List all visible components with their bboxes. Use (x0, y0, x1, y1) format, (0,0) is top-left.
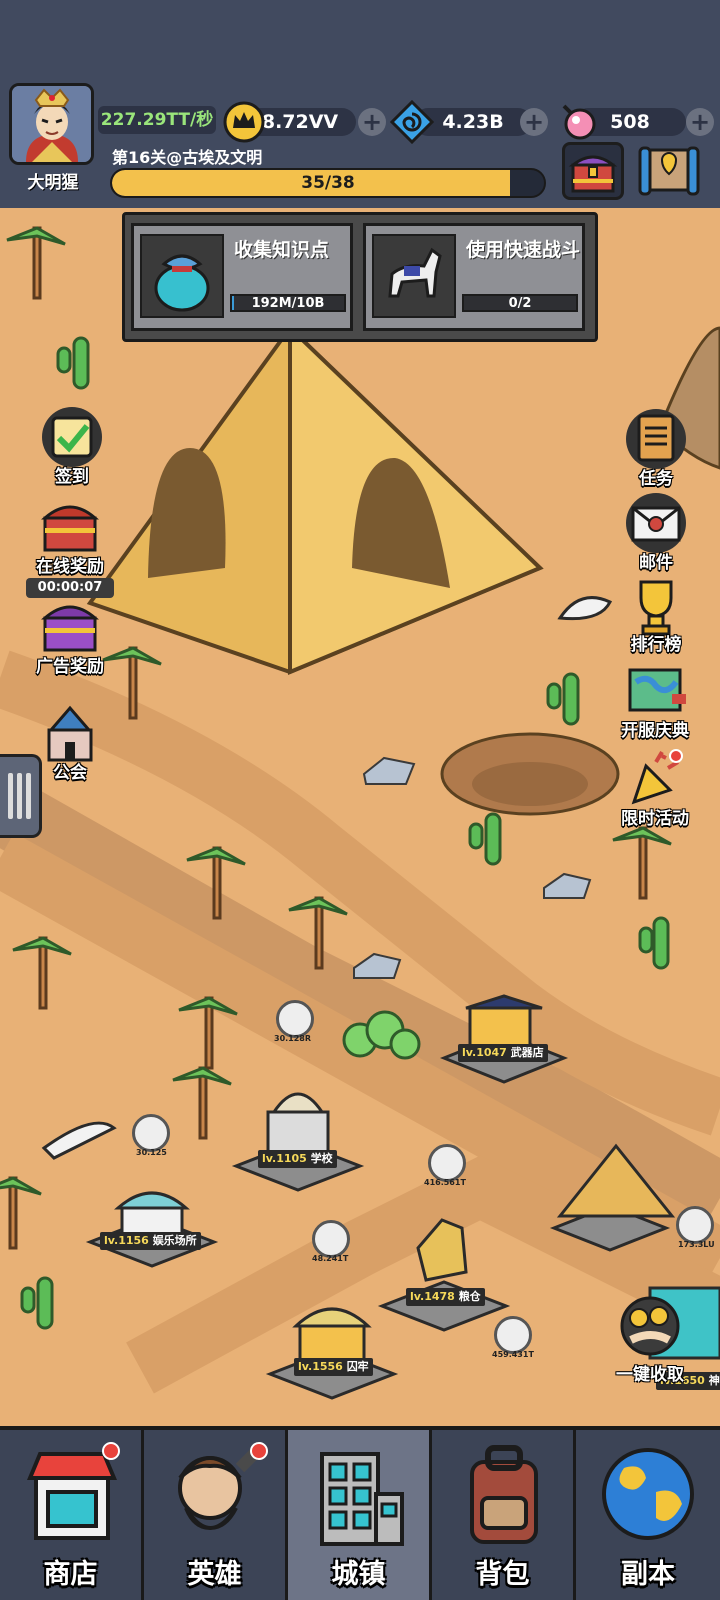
coin-value-prison: 48.241T (312, 1254, 349, 1263)
add-gem-button[interactable]: + (520, 108, 548, 136)
coin-value-temple: 173.3LU (678, 1240, 715, 1249)
spiral-gem-icon (389, 99, 435, 145)
nav-tab-dungeon[interactable]: 副本 (576, 1430, 720, 1600)
player-name: 大明猩 (27, 173, 79, 193)
player-avatar[interactable] (9, 83, 94, 165)
collect-all-button[interactable]: 一键收取 (604, 1296, 696, 1385)
coin-value-entertainment: 30.125 (136, 1148, 167, 1157)
add-gold-button[interactable]: + (358, 108, 386, 136)
server-celebration-button[interactable]: 开服庆典 (608, 658, 702, 741)
leaderboard-button[interactable]: 排行榜 (616, 572, 696, 655)
building-label-weapon-shop[interactable]: lv.1047 武器店 (458, 1044, 548, 1062)
crown-coin-icon (222, 100, 266, 144)
coin-badge-school[interactable] (276, 1000, 314, 1038)
task-list-icon (626, 409, 686, 469)
ad-reward-button[interactable]: 广告奖励 (30, 594, 110, 677)
bottom-nav: 商店 英雄 城镇 背包 副本 (0, 1426, 720, 1600)
coin-badge-granary[interactable] (428, 1144, 466, 1182)
checkin-icon (42, 407, 102, 467)
castle-icon (47, 705, 93, 762)
stage-progress-text: 35/38 (301, 173, 355, 193)
online-chest-icon (41, 505, 99, 552)
building-label-entertainment[interactable]: lv.1156 娱乐场所 (100, 1232, 201, 1250)
quest-card-quick-battle[interactable]: 使用快速战斗 0/2 (363, 223, 585, 331)
stage-progress-bar: 35/38 (110, 168, 546, 198)
quest-progress-collect-knowledge: 192M/10B (230, 294, 346, 312)
coin-badge-entertainment[interactable] (132, 1114, 170, 1152)
shop-notification-dot (102, 1442, 120, 1460)
trophy-icon (639, 580, 673, 636)
coin-value-extra: 459.431T (492, 1350, 534, 1359)
nav-tab-town[interactable]: 城镇 (288, 1430, 432, 1600)
coin-value-granary: 416.561T (424, 1178, 466, 1187)
nav-tab-shop[interactable]: 商店 (0, 1430, 144, 1600)
backpack-icon (470, 1445, 538, 1544)
horse-icon (372, 234, 456, 318)
status-bar (0, 0, 720, 80)
mail-icon (626, 493, 686, 553)
add-candy-button[interactable]: + (686, 108, 714, 136)
town-building-icon (320, 1452, 404, 1546)
coin-badge-extra[interactable] (494, 1316, 532, 1354)
coin-hand-icon (620, 1296, 680, 1356)
treasure-chest-icon (568, 155, 618, 193)
building-label-granary[interactable]: lv.1478 粮仓 (406, 1288, 485, 1306)
building-label-prison[interactable]: lv.1556 囚牢 (294, 1358, 373, 1376)
limited-event-button[interactable]: 限时活动 (608, 746, 702, 829)
heroes-notification-dot (250, 1442, 268, 1460)
side-drawer-handle[interactable] (0, 754, 42, 838)
nav-tab-heroes[interactable]: 英雄 (144, 1430, 288, 1600)
ad-chest-icon (41, 605, 99, 652)
knowledge-bag-icon (140, 234, 224, 318)
quest-panel: 收集知识点 192M/10B 使用快速战斗 0/2 (122, 212, 598, 342)
coin-badge-temple[interactable] (676, 1206, 714, 1244)
guild-button[interactable]: 公会 (30, 700, 110, 783)
quest-title-collect-knowledge: 收集知识点 (234, 239, 330, 261)
party-popper-icon (631, 749, 683, 805)
building-label-school[interactable]: lv.1105 学校 (258, 1150, 337, 1168)
checkin-button[interactable]: 签到 (32, 404, 112, 487)
globe-icon (602, 1448, 694, 1540)
quest-title-quick-battle: 使用快速战斗 (466, 239, 581, 261)
tasks-button[interactable]: 任务 (616, 406, 696, 489)
online-reward-button[interactable]: 在线奖励 (30, 494, 110, 577)
stage-label: 第16关@古埃及文明 (112, 148, 263, 167)
coin-value-school: 30.128R (274, 1034, 312, 1043)
mail-button[interactable]: 邮件 (616, 490, 696, 573)
top-hud: 大明猩 227.29TT/秒 8.72VV + 4.23B + 508 + 第1… (0, 80, 720, 208)
candy-icon (556, 100, 600, 144)
treasure-chest-button[interactable] (562, 142, 624, 200)
map-scroll-icon (628, 668, 686, 712)
income-rate: 227.29TT/秒 (98, 106, 216, 134)
coin-badge-prison[interactable] (312, 1220, 350, 1258)
quest-card-collect-knowledge[interactable]: 收集知识点 192M/10B (131, 223, 353, 331)
quest-progress-quick-battle: 0/2 (462, 294, 578, 312)
world-map-button[interactable] (636, 142, 702, 200)
scroll-map-icon (638, 146, 700, 196)
nav-tab-backpack[interactable]: 背包 (432, 1430, 576, 1600)
